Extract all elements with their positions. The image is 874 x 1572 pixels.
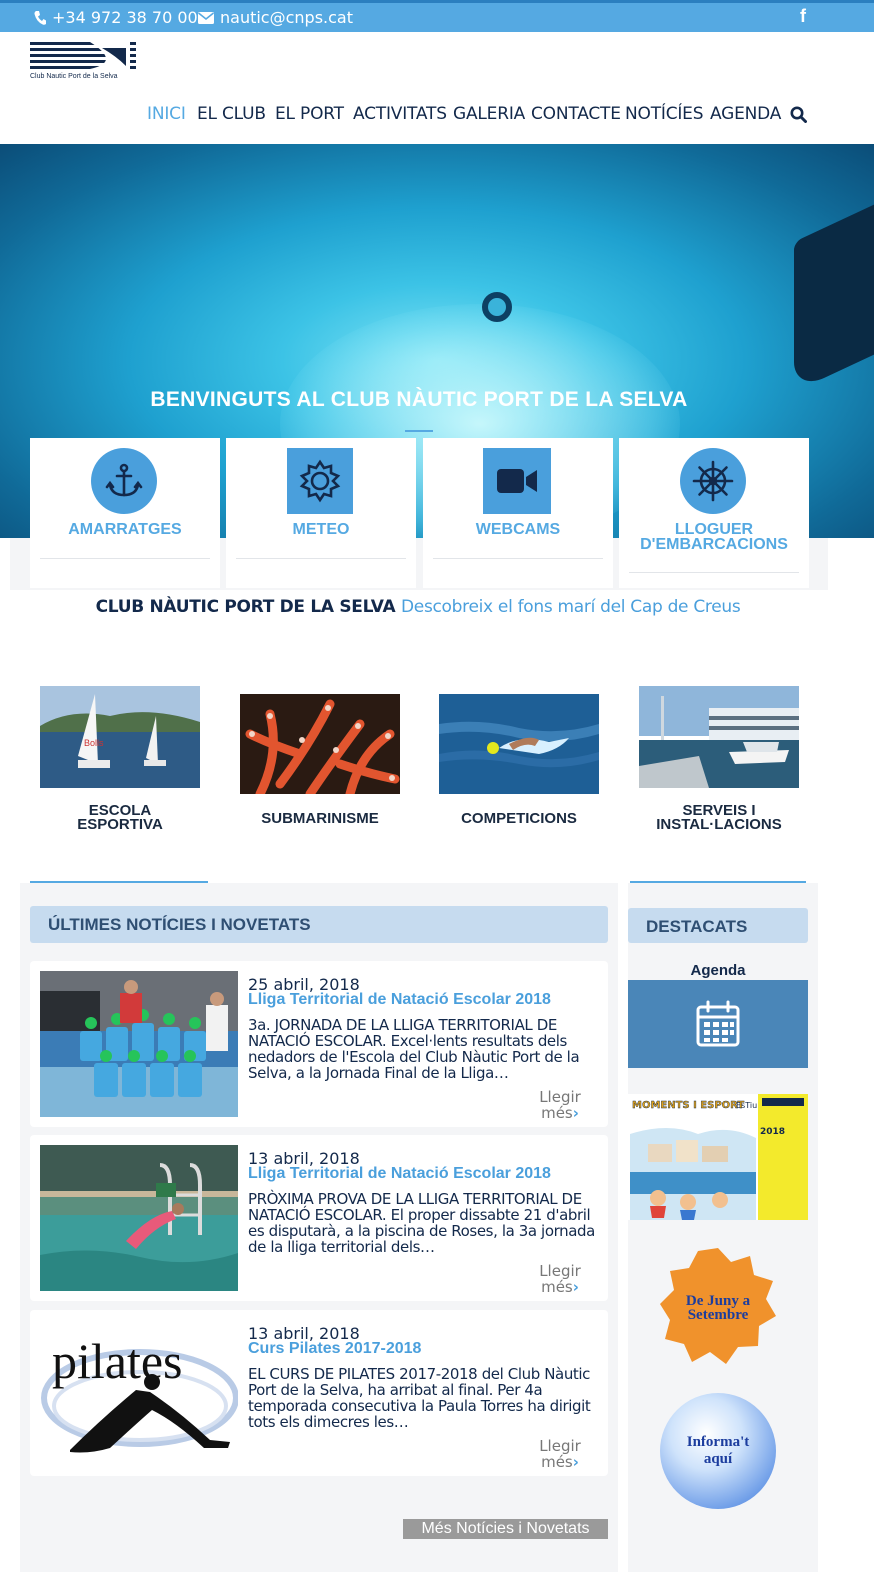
service-amarratges[interactable]: AMARRATGES — [30, 438, 220, 588]
poster-tag: EsTiu — [736, 1101, 757, 1110]
news-excerpt: PRÒXIMA PROVA DE LA LLIGA TERRITORIAL DE… — [248, 1190, 595, 1256]
swimmer-photo — [439, 694, 599, 794]
sun-gear-icon — [287, 448, 353, 514]
club-logo[interactable]: Club Nautic Port de la Selva — [30, 42, 136, 84]
pilates-logo-text: pilates — [52, 1333, 183, 1389]
logo-mark — [30, 42, 136, 69]
card-divider — [629, 572, 799, 573]
phone-number: +34 972 38 70 00 — [52, 8, 198, 27]
video-camera-icon — [483, 448, 551, 514]
service-webcams[interactable]: WEBCAMS — [423, 438, 613, 588]
sidebar-heading: DESTACATS — [628, 908, 808, 943]
activity-label: SUBMARINISME — [261, 810, 379, 827]
activity-label: COMPETICIONS — [461, 810, 577, 827]
more-news-button[interactable]: Més Notícies i Novetats — [403, 1519, 608, 1539]
logo-caption: Club Nautic Port de la Selva — [30, 73, 118, 80]
summer-poster[interactable]: MOMENTS I ESPORT EsTiu 2018 — [628, 1094, 808, 1220]
column-separator — [618, 883, 628, 1572]
main-nav: INICI EL CLUB EL PORT ACTIVITATS GALERIA… — [0, 104, 874, 128]
hero-bubble — [482, 292, 512, 322]
agenda-label: Agenda — [690, 962, 746, 979]
summer-dates-badge[interactable]: De Juny a Setembre — [658, 1246, 778, 1366]
card-divider — [40, 558, 210, 559]
activity-label: ESCOLA ESPORTIVA — [77, 802, 163, 833]
news-title[interactable]: Lliga Territorial de Natació Escolar 201… — [248, 1165, 551, 1183]
marina-photo — [639, 686, 799, 788]
svg-text:Bolls: Bolls — [84, 738, 104, 748]
tagline: CLUB NÀUTIC PORT DE LA SELVA Descobreix … — [0, 597, 836, 617]
card-divider — [236, 558, 406, 559]
facebook-icon[interactable]: f — [800, 6, 806, 27]
tagline-light: Descobreix el fons marí del Cap de Creus — [401, 597, 741, 617]
hero-diver-fin — [794, 186, 874, 392]
service-meteo[interactable]: METEO — [226, 438, 416, 588]
poster-title: MOMENTS I ESPORT — [632, 1100, 744, 1111]
card-divider — [433, 558, 603, 559]
news-item[interactable]: 13 abril, 2018 Lliga Territorial de Nata… — [30, 1135, 608, 1301]
read-more-link[interactable]: Llegir més› — [530, 1263, 590, 1295]
nav-item-el-club[interactable]: EL CLUB — [197, 104, 266, 124]
nav-item-contacte[interactable]: CONTACTE — [531, 104, 621, 124]
info-badge[interactable]: Informa't aquí — [660, 1393, 776, 1509]
envelope-icon — [198, 11, 214, 24]
service-label: AMARRATGES — [68, 521, 182, 538]
badge-line2: Setembre — [688, 1307, 749, 1323]
email-address: nautic@cnps.cat — [220, 8, 353, 27]
top-contact-bar: +34 972 38 70 00 nautic@cnps.cat f — [0, 0, 874, 32]
news-excerpt: EL CURS DE PILATES 2017-2018 del Club Nà… — [248, 1365, 591, 1431]
phone-contact[interactable]: +34 972 38 70 00 — [34, 8, 198, 27]
chevron-right-icon: › — [572, 1104, 579, 1122]
calendar-icon — [696, 1000, 740, 1047]
tagline-strong: CLUB NÀUTIC PORT DE LA SELVA — [95, 597, 396, 617]
hero-title: BENVINGUTS AL CLUB NÀUTIC PORT DE LA SEL… — [150, 388, 688, 411]
service-label: METEO — [292, 521, 350, 538]
nav-item-inici[interactable]: INICI — [147, 104, 186, 124]
service-label-line1: LLOGUER — [674, 521, 754, 538]
news-thumbnail: pilates — [40, 1320, 238, 1466]
activity-label: SERVEIS I INSTAL·LACIONS — [656, 802, 782, 833]
chevron-right-icon: › — [572, 1453, 579, 1471]
anchor-icon — [91, 448, 157, 514]
nav-item-el-port[interactable]: EL PORT — [275, 104, 344, 124]
service-label: LLOGUER D'EMBARCACIONS — [619, 521, 809, 553]
read-more-link[interactable]: Llegir més› — [530, 1438, 590, 1470]
news-title[interactable]: Lliga Territorial de Natació Escolar 201… — [248, 991, 551, 1009]
chevron-right-icon: › — [572, 1278, 579, 1296]
news-excerpt: 3a. JORNADA DE LA LLIGA TERRITORIAL DE N… — [248, 1016, 580, 1082]
phone-icon — [34, 10, 46, 25]
nav-item-activitats[interactable]: ACTIVITATS — [353, 104, 447, 124]
service-label-line2: D'EMBARCACIONS — [640, 536, 788, 553]
nav-item-galeria[interactable]: GALERIA — [453, 104, 525, 124]
news-title[interactable]: Curs Pilates 2017-2018 — [248, 1340, 421, 1358]
search-icon[interactable] — [790, 106, 807, 123]
sailing-photo: Bolls — [40, 686, 200, 788]
info-badge-line1: Informa't — [686, 1434, 750, 1450]
agenda-button[interactable] — [628, 980, 808, 1068]
service-lloguer[interactable]: LLOGUER D'EMBARCACIONS — [619, 438, 809, 588]
news-item[interactable]: 25 abril, 2018 Lliga Territorial de Nata… — [30, 961, 608, 1127]
news-heading: ÚLTIMES NOTÍCIES I NOVETATS — [30, 906, 608, 943]
nav-item-noticies[interactable]: NOTÍCÍES — [625, 104, 704, 124]
nav-item-agenda[interactable]: AGENDA — [710, 104, 781, 124]
news-item[interactable]: pilates 13 abril, 2018 Curs Pilates 2017… — [30, 1310, 608, 1476]
ship-wheel-icon — [680, 448, 746, 514]
news-thumbnail — [40, 1145, 238, 1291]
info-badge-line2: aquí — [703, 1451, 733, 1467]
email-contact[interactable]: nautic@cnps.cat — [198, 8, 353, 27]
news-accent-line — [30, 881, 208, 883]
hero-underline — [405, 430, 433, 432]
read-more-link[interactable]: Llegir més› — [530, 1089, 590, 1121]
news-thumbnail — [40, 971, 238, 1117]
poster-year: 2018 — [760, 1127, 785, 1137]
sidebar-accent-line — [630, 881, 806, 883]
service-label: WEBCAMS — [475, 521, 561, 538]
coral-photo — [240, 694, 400, 794]
